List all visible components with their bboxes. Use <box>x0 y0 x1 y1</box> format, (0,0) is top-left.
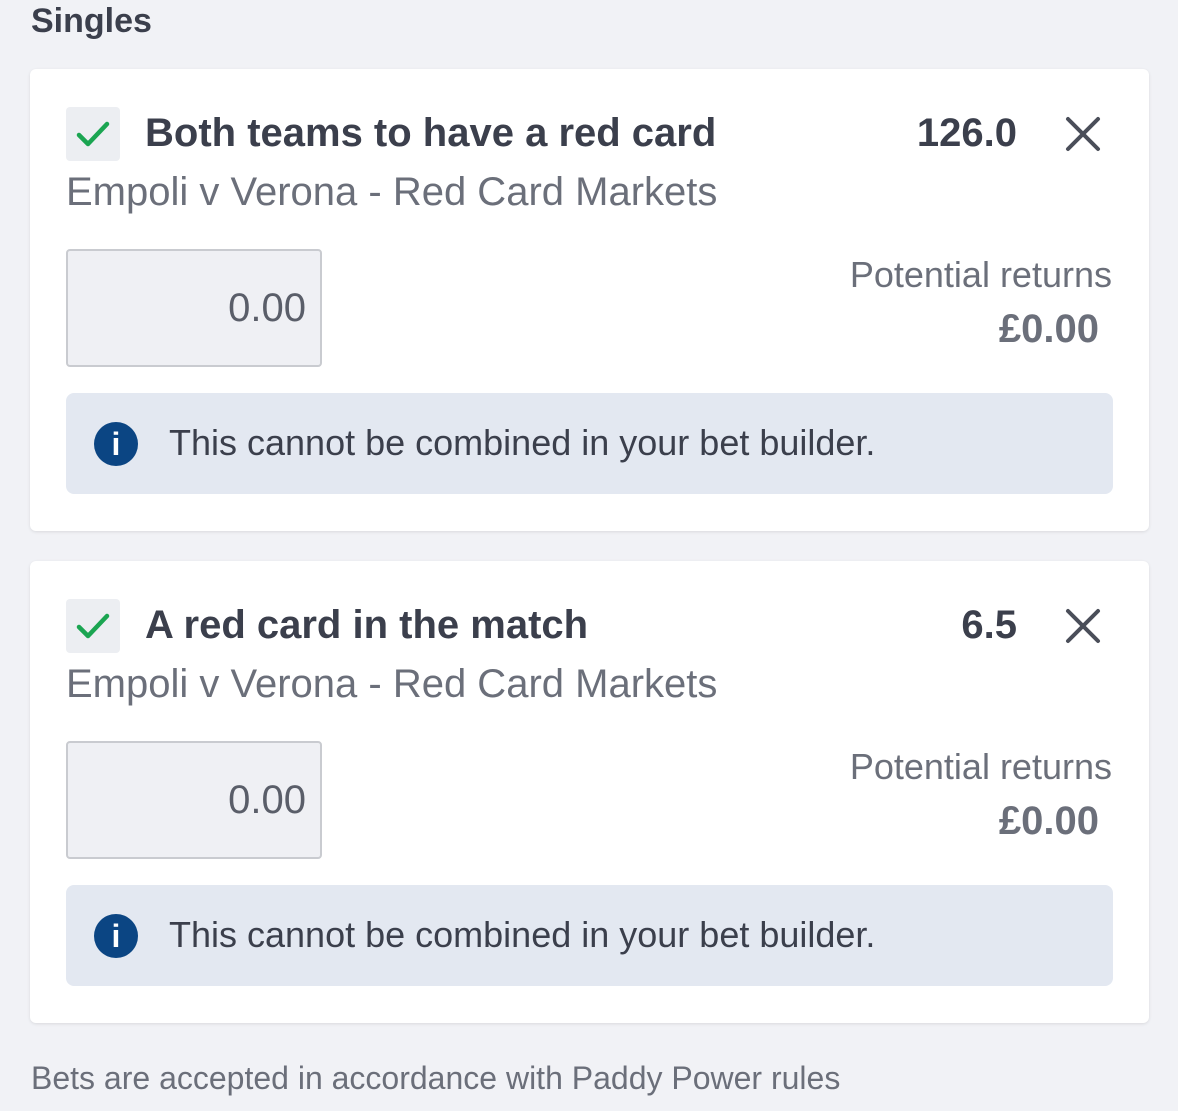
potential-returns-label: Potential returns <box>849 746 1112 787</box>
event-name: Empoli v Verona - Red Card Markets <box>66 170 718 214</box>
selection-checkbox[interactable] <box>66 107 120 161</box>
selection-name: Both teams to have a red card <box>145 111 717 155</box>
bet-card: Both teams to have a red card 126.0 Empo… <box>30 69 1149 531</box>
info-icon: i <box>94 914 138 958</box>
close-icon <box>1066 609 1100 643</box>
info-message-text: This cannot be combined in your bet buil… <box>169 914 876 955</box>
info-message-text: This cannot be combined in your bet buil… <box>169 422 876 463</box>
info-message-bar: i This cannot be combined in your bet bu… <box>66 393 1113 494</box>
stake-input[interactable] <box>66 741 322 859</box>
terms-footer-note: Bets are accepted in accordance with Pad… <box>31 1060 841 1096</box>
selection-checkbox[interactable] <box>66 599 120 653</box>
check-icon <box>76 613 110 639</box>
close-icon <box>1066 117 1100 151</box>
section-title-singles: Singles <box>31 2 152 40</box>
bet-card: A red card in the match 6.5 Empoli v Ver… <box>30 561 1149 1023</box>
potential-returns-value: £0.00 <box>998 799 1099 843</box>
stake-input[interactable] <box>66 249 322 367</box>
info-message-bar: i This cannot be combined in your bet bu… <box>66 885 1113 986</box>
odds-value: 126.0 <box>916 111 1017 155</box>
remove-selection-button[interactable] <box>1060 603 1106 649</box>
info-icon: i <box>94 422 138 466</box>
check-icon <box>76 121 110 147</box>
odds-value: 6.5 <box>961 603 1017 647</box>
remove-selection-button[interactable] <box>1060 111 1106 157</box>
potential-returns-value: £0.00 <box>998 307 1099 351</box>
selection-name: A red card in the match <box>145 603 589 647</box>
event-name: Empoli v Verona - Red Card Markets <box>66 662 718 706</box>
potential-returns-label: Potential returns <box>849 254 1112 295</box>
